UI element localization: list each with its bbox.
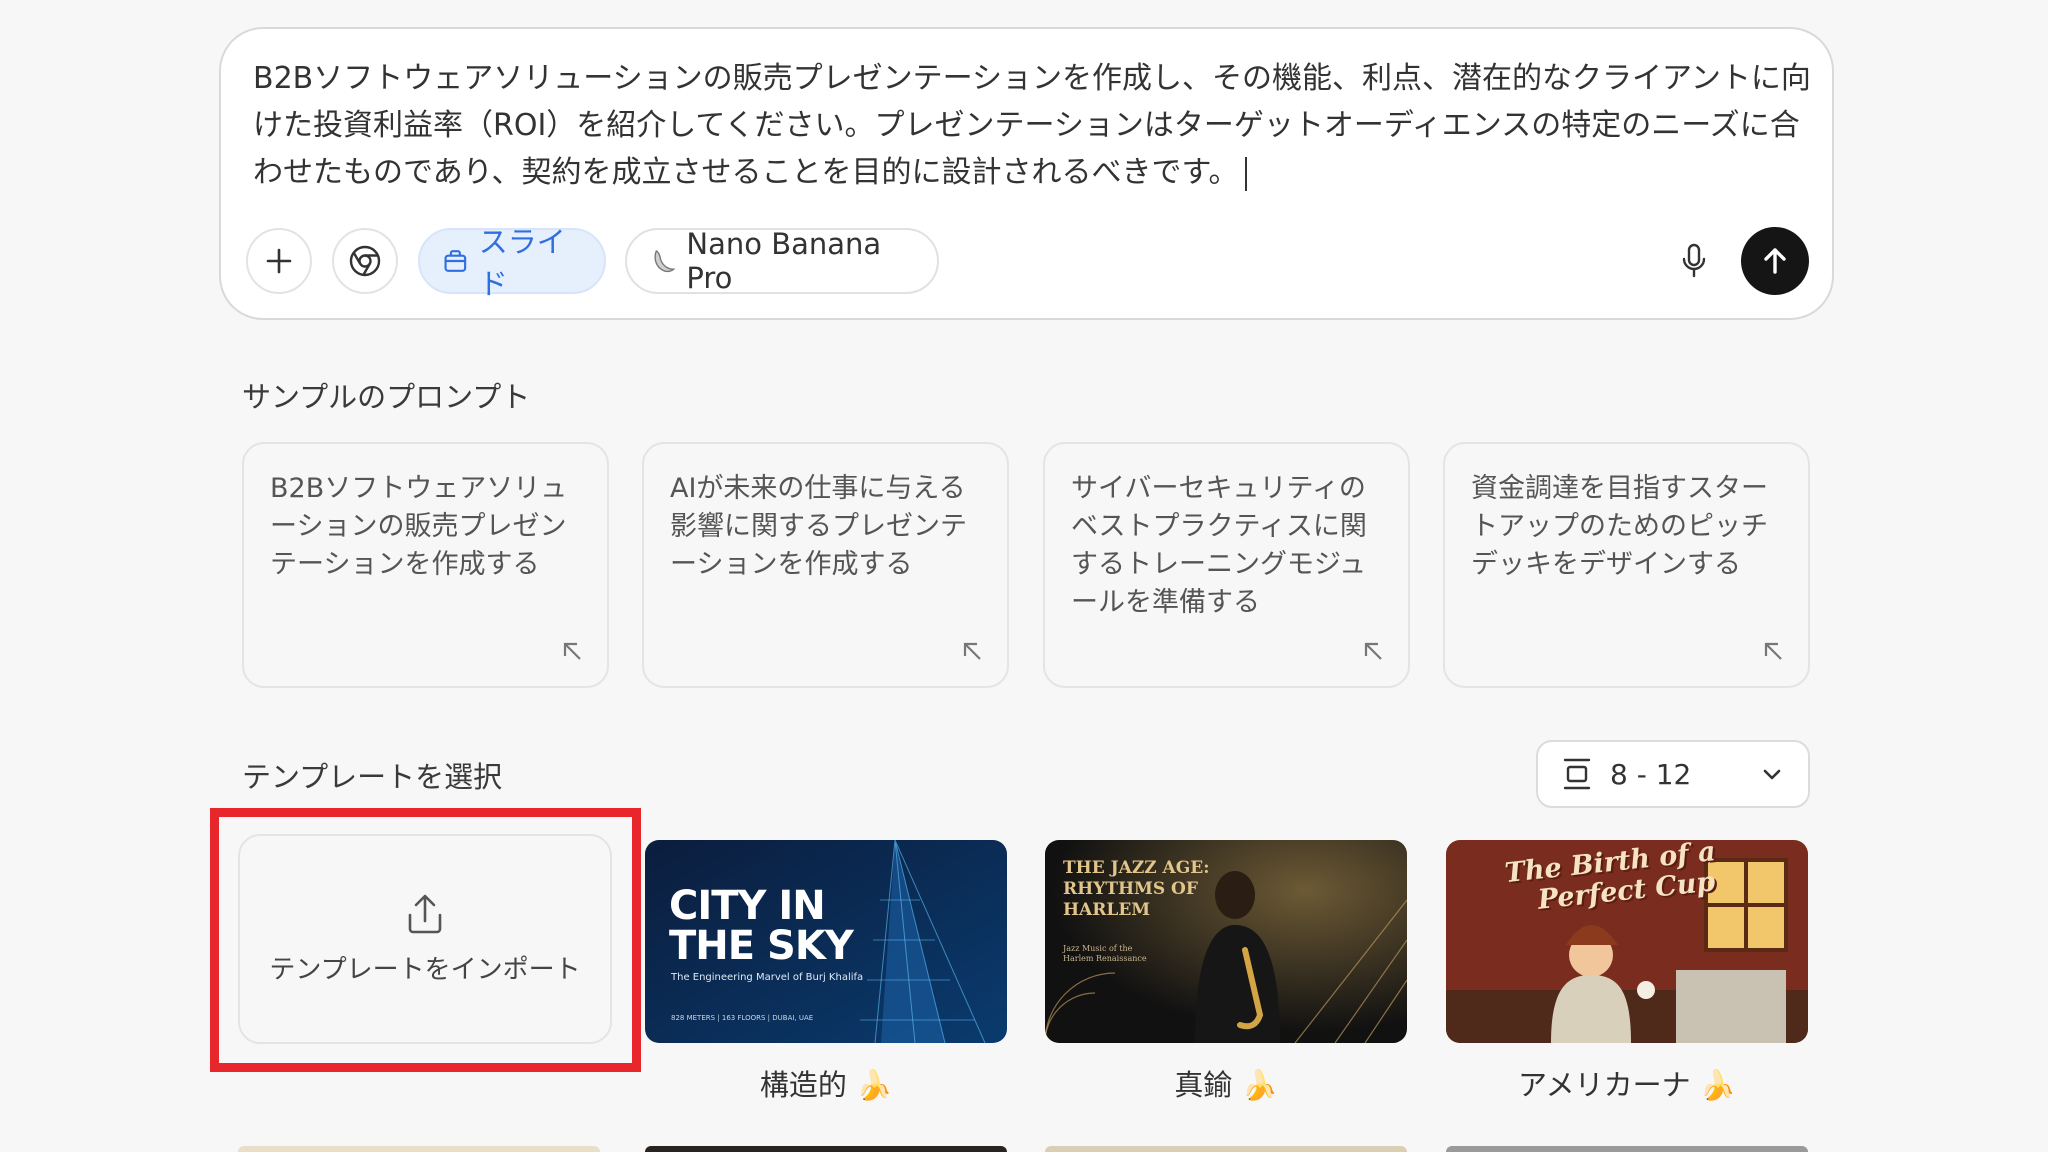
sample-card[interactable]: サイバーセキュリティのベストプラクティスに関するトレーニングモジュールを準備する [1043,442,1410,688]
slide-count-value: 8 - 12 [1610,757,1692,791]
thumb-title-line: THE SKY [669,923,854,969]
arrow-up-left-icon [963,642,981,660]
templates-title: テンプレートを選択 [242,760,503,794]
chevron-down-icon [1763,769,1781,780]
microphone-button[interactable] [1674,241,1714,281]
slide-range-icon [1563,758,1591,790]
prompt-box[interactable]: B2Bソフトウェアソリューションの販売プレゼンテーションを作成し、その機能、利点… [219,27,1834,320]
microphone-icon [1682,243,1706,278]
plus-icon [266,248,292,274]
model-chip[interactable]: Nano Banana Pro [625,227,939,295]
thumb-title-line: CITY IN [669,883,826,929]
arrow-up-left-icon [1364,642,1382,660]
slides-chip[interactable]: スライド [418,225,606,301]
thumb-title-line: RHYTHMS OF [1063,879,1198,899]
thumb-title-line: HARLEM [1063,900,1151,920]
prompt-input[interactable]: B2Bソフトウェアソリューションの販売プレゼンテーションを作成し、その機能、利点… [253,55,1823,196]
banana-icon [654,249,676,273]
chrome-icon [349,245,381,277]
sample-card-text: 資金調達を目指すスタートアップのためのピッチデッキをデザインする [1471,473,1768,580]
template-thumbnail-partial[interactable] [1446,1146,1808,1152]
template-thumbnail-structural[interactable]: CITY IN THE SKY The Engineering Marvel o… [645,840,1007,1043]
samples-title: サンプルのプロンプト [242,380,531,414]
template-caption: 構造的 🍌 [759,1068,893,1102]
template-caption: 真鍮 🍌 [1174,1068,1278,1102]
slides-chip-label: スライド [478,225,566,301]
model-chip-label: Nano Banana Pro [686,227,882,295]
sample-card-text: B2Bソフトウェアソリューションの販売プレゼンテーションを作成する [270,473,568,580]
slide-count-dropdown[interactable]: 8 - 12 [1536,740,1810,808]
arrow-up-icon [1764,248,1786,274]
arrow-up-left-icon [563,642,581,660]
thumb-subtitle: Jazz Music of the Harlem Renaissance [1063,944,1147,963]
thumb-subtitle: The Engineering Marvel of Burj Khalifa [671,972,864,983]
template-thumbnail-partial[interactable] [645,1146,1007,1152]
add-button[interactable] [246,228,312,294]
text-caret [1244,156,1247,191]
sample-card-text: AIが未来の仕事に与える影響に関するプレゼンテーションを作成する [670,473,967,580]
thumb-footer: 828 METERS | 163 FLOORS | DUBAI, UAE [671,1014,814,1022]
sample-card[interactable]: AIが未来の仕事に与える影響に関するプレゼンテーションを作成する [642,442,1009,688]
thumb-title-line: THE JAZZ AGE: [1063,858,1210,878]
arrow-up-left-icon [1764,642,1782,660]
template-thumbnail-brass[interactable]: THE JAZZ AGE: RHYTHMS OF HARLEM Jazz Mus… [1045,840,1407,1043]
template-thumbnail-partial[interactable] [1045,1146,1407,1152]
highlight-box [210,808,641,1072]
sample-card[interactable]: 資金調達を目指すスタートアップのためのピッチデッキをデザインする [1443,442,1810,688]
sample-card-text: サイバーセキュリティのベストプラクティスに関するトレーニングモジュールを準備する [1071,473,1367,618]
briefcase-icon [444,250,467,272]
template-caption: アメリカーナ 🍌 [1518,1068,1736,1102]
browse-button[interactable] [332,228,398,294]
send-button[interactable] [1741,227,1809,295]
template-thumbnail-partial[interactable] [238,1146,600,1152]
template-thumbnail-americana[interactable]: The Birth of a Perfect Cup [1446,840,1808,1043]
sample-card[interactable]: B2Bソフトウェアソリューションの販売プレゼンテーションを作成する [242,442,609,688]
